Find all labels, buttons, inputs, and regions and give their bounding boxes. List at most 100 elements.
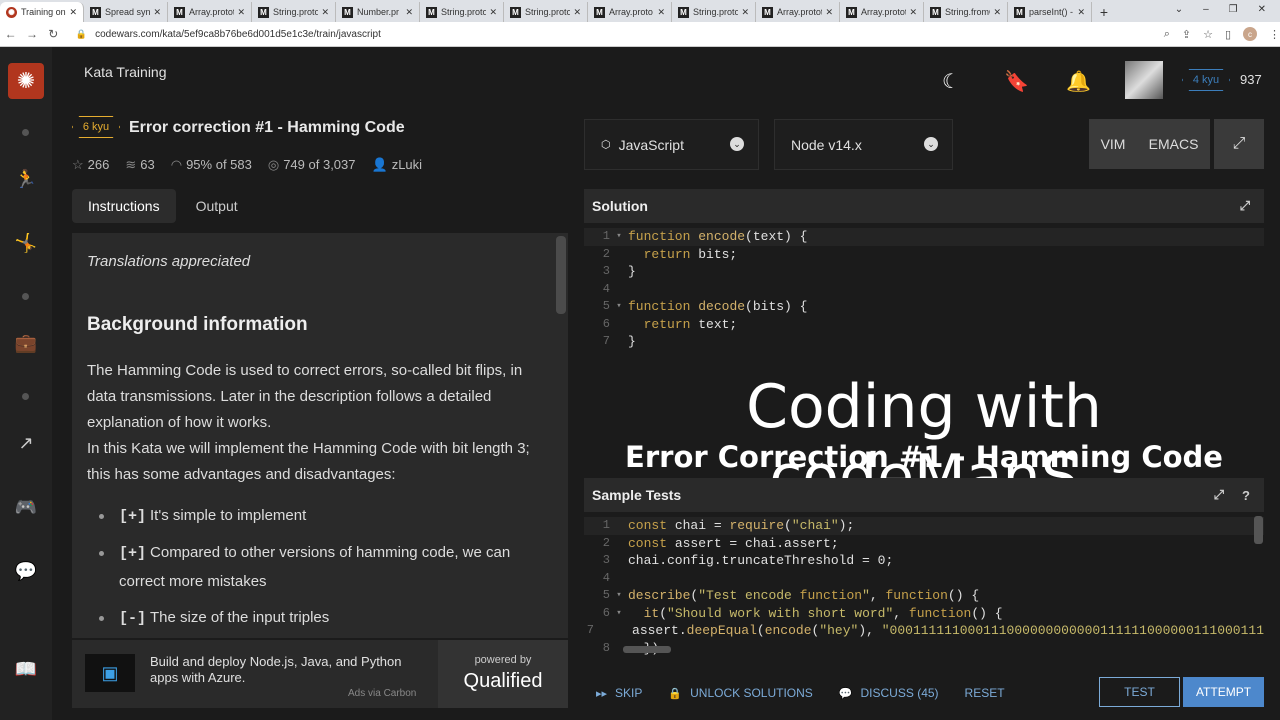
- fold-arrow-icon[interactable]: ▾: [610, 587, 628, 605]
- description-scrollbar[interactable]: [556, 236, 566, 314]
- chat-icon[interactable]: 💬: [14, 559, 38, 583]
- browser-tab[interactable]: M Array.protot ✕: [756, 2, 840, 22]
- tab-output[interactable]: Output: [180, 189, 254, 223]
- url-field[interactable]: 🔒 codewars.com/kata/5ef9ca8b76be6d001d5e…: [70, 25, 1164, 44]
- code-line[interactable]: 7}: [584, 333, 1264, 351]
- browser-tab[interactable]: MparseInt() - ✕: [1008, 2, 1092, 22]
- minimize-button[interactable]: –: [1203, 4, 1209, 15]
- sponsored-ad[interactable]: ▣ Build and deploy Node.js, Java, and Py…: [72, 640, 568, 708]
- practice-icon[interactable]: 🤸: [14, 231, 38, 255]
- sample-tests-editor[interactable]: 1 const chai = require("chai"); 2 const ass…: [584, 517, 1264, 657]
- code-line[interactable]: 8 }): [584, 640, 1264, 658]
- code-line[interactable]: 5 ▾ function decode(bits) {: [584, 298, 1264, 316]
- notifications-bell-icon[interactable]: 🔔: [1066, 69, 1091, 94]
- browser-tab[interactable]: M String.fromC✕: [924, 2, 1008, 22]
- browser-tab[interactable]: M Array.protot ✕: [840, 2, 924, 22]
- chevron-down-icon[interactable]: ⌄: [1175, 4, 1183, 15]
- back-icon[interactable]: ←: [0, 27, 21, 41]
- fullscreen-icon[interactable]: ⤢: [1214, 119, 1264, 169]
- expand-icon[interactable]: ⤢: [1240, 198, 1250, 214]
- code-line[interactable]: 2 return bits;: [584, 246, 1264, 264]
- browser-tab[interactable]: M Array.protot ✕: [168, 2, 252, 22]
- vim-mode-button[interactable]: VIM: [1101, 136, 1126, 152]
- codewars-logo[interactable]: ✺: [8, 63, 44, 99]
- dark-mode-icon[interactable]: ☾: [942, 69, 960, 94]
- line-number: 5: [602, 299, 610, 313]
- code-line[interactable]: 3}: [584, 263, 1264, 281]
- expand-icon[interactable]: ⤢: [1214, 487, 1224, 503]
- zoom-icon[interactable]: ⌕: [1164, 28, 1170, 41]
- share-icon[interactable]: ⇪: [1182, 28, 1191, 41]
- browser-tab[interactable]: M String.proto ✕: [672, 2, 756, 22]
- test-button[interactable]: TEST: [1099, 677, 1180, 707]
- browser-tab[interactable]: M String.protot ✕: [252, 2, 336, 22]
- close-tab-icon[interactable]: ✕: [909, 7, 917, 18]
- language-select[interactable]: ⬡ JavaScript ⌄: [584, 119, 759, 170]
- browser-tab[interactable]: M Number.pr ✕: [336, 2, 420, 22]
- close-tab-icon[interactable]: ✕: [321, 7, 329, 18]
- reset-button[interactable]: RESET: [965, 686, 1005, 700]
- browser-tab[interactable]: M Array.proto ✕: [588, 2, 672, 22]
- code-line[interactable]: 4: [584, 570, 1264, 588]
- ad-via-label[interactable]: Ads via Carbon: [348, 688, 416, 699]
- tests-vertical-scrollbar[interactable]: [1254, 516, 1263, 544]
- qualified-promo[interactable]: powered by Qualified: [438, 640, 568, 708]
- close-tab-icon[interactable]: ✕: [153, 7, 161, 18]
- discuss-button[interactable]: 💬 DISCUSS (45): [839, 686, 939, 700]
- code-line[interactable]: 6 ▾ it("Should work with short word", fun…: [584, 605, 1264, 623]
- close-tab-icon[interactable]: ✕: [405, 7, 413, 18]
- close-tab-icon[interactable]: ✕: [657, 7, 665, 18]
- tests-horizontal-scrollbar[interactable]: [623, 646, 671, 653]
- close-tab-icon[interactable]: ✕: [993, 7, 1001, 18]
- browser-tab[interactable]: ✺ Training on ✕: [0, 2, 84, 22]
- code-line[interactable]: 1 const chai = require("chai");: [584, 517, 1264, 535]
- sidepanel-icon[interactable]: ▯: [1225, 28, 1231, 41]
- code-line[interactable]: 4: [584, 281, 1264, 299]
- code-line[interactable]: 3 chai.config.truncateThreshold = 0;: [584, 552, 1264, 570]
- fold-arrow-icon[interactable]: ▾: [610, 298, 628, 316]
- discord-icon[interactable]: 🎮: [14, 495, 38, 519]
- code-line[interactable]: 1 ▾ function encode(text) {: [584, 228, 1264, 246]
- book-icon[interactable]: 📖: [14, 657, 38, 681]
- code-line[interactable]: 6 return text;: [584, 316, 1264, 334]
- forward-icon[interactable]: →: [21, 27, 42, 41]
- code-line[interactable]: 5 ▾ describe("Test encode function", funct…: [584, 587, 1264, 605]
- browser-tab[interactable]: M String.proto ✕: [420, 2, 504, 22]
- close-tab-icon[interactable]: ✕: [1077, 7, 1085, 18]
- close-tab-icon[interactable]: ✕: [69, 7, 77, 18]
- maximize-button[interactable]: ❐: [1229, 4, 1238, 15]
- browser-tab[interactable]: M String.proto ✕: [504, 2, 588, 22]
- close-tab-icon[interactable]: ✕: [825, 7, 833, 18]
- close-tab-icon[interactable]: ✕: [741, 7, 749, 18]
- help-icon[interactable]: ?: [1242, 488, 1250, 503]
- code-line[interactable]: 2 const assert = chai.assert;: [584, 535, 1264, 553]
- briefcase-icon[interactable]: 💼: [14, 331, 38, 355]
- trending-icon[interactable]: ↗: [14, 431, 38, 455]
- bookmark-star-icon[interactable]: ☆: [1203, 28, 1213, 41]
- skip-button[interactable]: ▸▸ SKIP: [596, 686, 642, 700]
- close-window-button[interactable]: ✕: [1258, 4, 1266, 15]
- code-line[interactable]: 7 assert.deepEqual(encode("hey"), "00011…: [584, 622, 1264, 640]
- author-stat[interactable]: 👤 zLuki: [372, 157, 423, 173]
- reload-icon[interactable]: ↻: [43, 27, 64, 41]
- fold-arrow-icon[interactable]: ▾: [610, 228, 628, 246]
- close-tab-icon[interactable]: ✕: [237, 7, 245, 18]
- profile-avatar[interactable]: c: [1243, 27, 1258, 41]
- user-avatar[interactable]: [1125, 61, 1163, 99]
- browser-tab[interactable]: M Spread synt ✕: [84, 2, 168, 22]
- tab-instructions[interactable]: Instructions: [72, 189, 176, 223]
- runtime-version-select[interactable]: Node v14.x ⌄: [774, 119, 953, 170]
- fold-arrow-icon[interactable]: ▾: [610, 605, 628, 623]
- emacs-mode-button[interactable]: EMACS: [1149, 136, 1199, 152]
- bookmark-icon[interactable]: 🔖: [1004, 69, 1029, 94]
- close-tab-icon[interactable]: ✕: [489, 7, 497, 18]
- new-tab-button[interactable]: +: [1092, 2, 1116, 22]
- solution-editor[interactable]: 1 ▾ function encode(text) {2 return bits; 3…: [584, 228, 1264, 368]
- close-tab-icon[interactable]: ✕: [573, 7, 581, 18]
- menu-icon[interactable]: ⋮: [1269, 28, 1280, 41]
- attempt-button[interactable]: ATTEMPT: [1183, 677, 1264, 707]
- stars-stat[interactable]: ☆ 266: [72, 157, 109, 173]
- collections-stat: ≋ 63: [125, 157, 155, 172]
- training-icon[interactable]: 🏃: [14, 167, 38, 191]
- unlock-solutions-button[interactable]: 🔒 UNLOCK SOLUTIONS: [668, 686, 812, 700]
